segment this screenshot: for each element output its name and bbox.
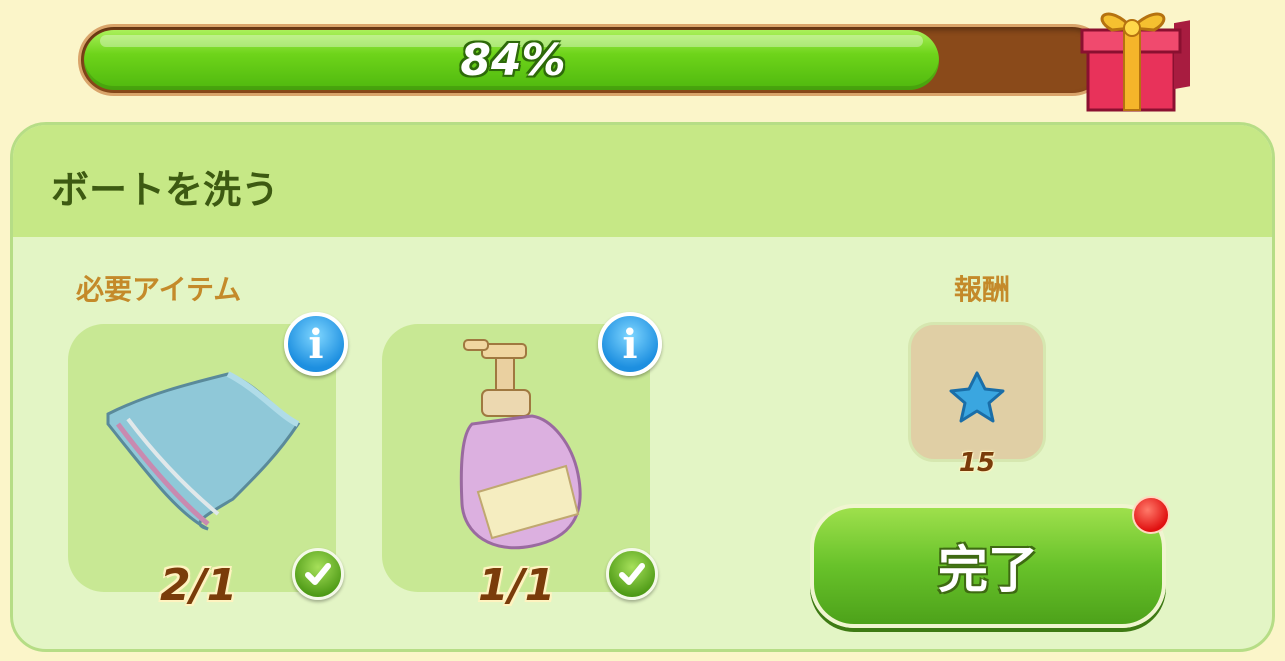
- reward-label: 報酬: [954, 273, 1011, 306]
- progress-percent: 84%: [460, 34, 566, 86]
- reward-card: [908, 322, 1046, 462]
- info-button-soap[interactable]: i: [598, 312, 662, 376]
- task-progress-bar: 84%: [78, 24, 1108, 96]
- complete-button[interactable]: 完了: [810, 504, 1166, 628]
- blue-star-icon: [949, 371, 1005, 423]
- towel-count: 2/1: [160, 560, 238, 611]
- soap-count: 1/1: [478, 560, 556, 611]
- reward-amount: 15: [958, 448, 996, 478]
- notification-dot: [1132, 496, 1170, 534]
- check-icon-soap: [606, 548, 658, 600]
- task-title: ボートを洗う: [51, 168, 280, 212]
- required-items-label: 必要アイテム: [76, 273, 242, 306]
- check-icon-towel: [292, 548, 344, 600]
- gift-box-icon[interactable]: [1078, 0, 1196, 118]
- info-button-towel[interactable]: i: [284, 312, 348, 376]
